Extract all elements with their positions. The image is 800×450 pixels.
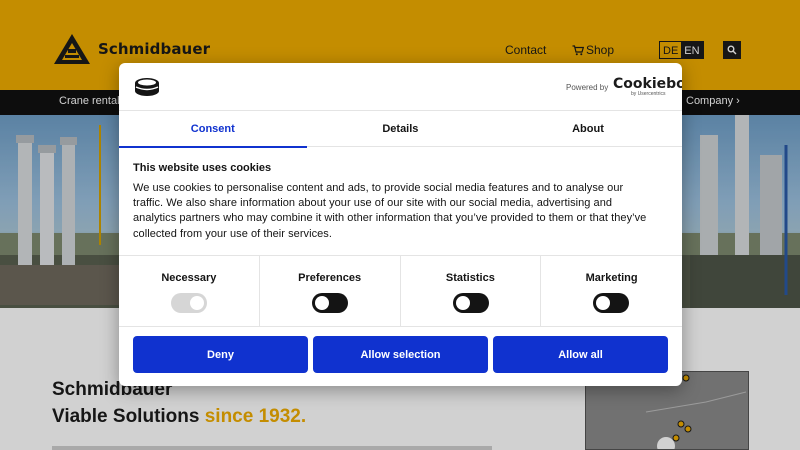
consent-actions: Deny Allow selection Allow all xyxy=(133,336,668,373)
consent-content: This website uses cookies We use cookies… xyxy=(133,147,663,255)
category-label: Necessary xyxy=(161,272,217,284)
category-statistics: Statistics xyxy=(401,256,542,327)
category-label: Statistics xyxy=(445,272,495,284)
category-label: Marketing xyxy=(585,272,638,284)
consent-text: We use cookies to personalise content an… xyxy=(133,182,647,240)
tab-about[interactable]: About xyxy=(494,111,682,147)
toggle-knob xyxy=(190,296,204,310)
category-label: Preferences xyxy=(298,272,362,284)
deny-button[interactable]: Deny xyxy=(133,336,308,373)
consent-title: This website uses cookies xyxy=(133,162,272,174)
marketing-toggle[interactable] xyxy=(593,293,630,313)
allow-selection-button[interactable]: Allow selection xyxy=(313,336,488,373)
cookie-consent-dialog: Powered by Cookiebot by Usercentrics Con… xyxy=(119,63,682,386)
category-necessary: Necessary xyxy=(119,256,260,327)
toggle-knob xyxy=(455,296,470,310)
category-preferences: Preferences xyxy=(260,256,401,327)
cookiebot-logo[interactable]: Cookiebot xyxy=(613,76,682,92)
statistics-toggle[interactable] xyxy=(452,293,489,313)
toggle-knob xyxy=(314,296,329,310)
category-marketing: Marketing xyxy=(541,256,682,327)
dialog-header: Powered by Cookiebot by Usercentrics xyxy=(119,63,682,111)
tab-consent[interactable]: Consent xyxy=(119,111,307,148)
toggle-knob xyxy=(596,296,611,310)
dialog-tabs: Consent Details About xyxy=(119,111,682,148)
allow-all-button[interactable]: Allow all xyxy=(493,336,668,373)
cookie-categories: Necessary Preferences Statistics Marketi… xyxy=(119,255,682,327)
necessary-toggle xyxy=(171,293,207,313)
preferences-toggle[interactable] xyxy=(311,293,348,313)
powered-by-label: Powered by xyxy=(566,83,609,92)
cookie-icon xyxy=(135,78,159,96)
cookiebot-sublabel: by Usercentrics xyxy=(631,91,666,97)
tab-details[interactable]: Details xyxy=(307,111,495,147)
